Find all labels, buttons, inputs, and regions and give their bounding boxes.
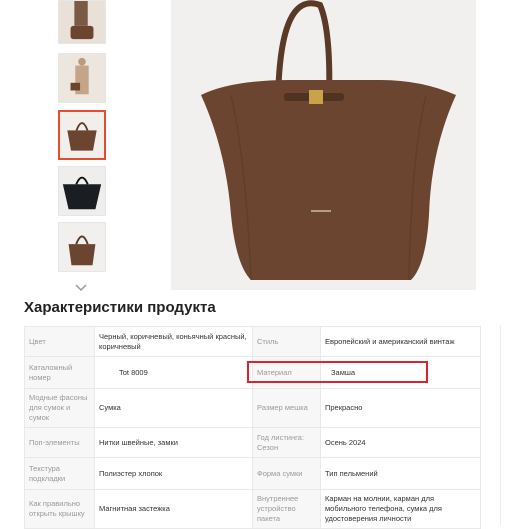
spec-value: Tot 8009: [94, 356, 253, 389]
table-row: Модные фасоны для сумок и сумок Сумка Ра…: [24, 388, 481, 428]
table-row: Текстура подкладки Полиэстер хлопок Форм…: [24, 457, 481, 490]
spec-label: Каталожный номер: [24, 356, 95, 389]
spec-label: Стиль: [252, 326, 321, 357]
spec-value: Полиэстер хлопок: [94, 457, 253, 490]
spec-value: Прекрасно: [320, 388, 481, 428]
spec-value: Сумка: [94, 388, 253, 428]
spec-label: Модные фасоны для сумок и сумок: [24, 388, 95, 428]
spec-label: Как правильно открыть крышку: [24, 489, 95, 529]
thumbnail-black-bag[interactable]: [58, 166, 106, 216]
spec-label: Текстура подкладки: [24, 457, 95, 490]
spec-label: Внутреннее устройство пакета: [252, 489, 321, 529]
thumbnail-brown-bag[interactable]: [58, 110, 106, 160]
spec-value: Черный, коричневый, коньячный красный, к…: [94, 326, 253, 357]
material-highlight-box: [247, 361, 428, 383]
thumbnail-woman-in-coat[interactable]: [58, 53, 106, 103]
spec-label: Поп-элементы: [24, 427, 95, 458]
thumbnail-brown-bag-2[interactable]: [58, 222, 106, 272]
spec-value: Осень 2024: [320, 427, 481, 458]
spec-value: Нитки швейные, замки: [94, 427, 253, 458]
table-row: Поп-элементы Нитки швейные, замки Год ли…: [24, 427, 481, 458]
spec-label: Год листинга: Сезон: [252, 427, 321, 458]
spec-label: Цвет: [24, 326, 95, 357]
page-divider: [500, 325, 512, 525]
section-title: Характеристики продукта: [24, 299, 216, 316]
spec-value: Тип пельмений: [320, 457, 481, 490]
main-product-image: [171, 0, 476, 290]
table-row: Как правильно открыть крышку Магнитная з…: [24, 489, 481, 529]
thumbnail-woman-with-bag[interactable]: [58, 0, 106, 44]
spec-label: Форма сумки: [252, 457, 321, 490]
table-row: Цвет Черный, коричневый, коньячный красн…: [24, 326, 481, 357]
chevron-down-icon[interactable]: [75, 284, 87, 292]
spec-value: Европейский и американский винтаж: [320, 326, 481, 357]
spec-value: Магнитная застежка: [94, 489, 253, 529]
spec-label: Размер мешка: [252, 388, 321, 428]
spec-value: Карман на молнии, карман для мобильного …: [320, 489, 481, 529]
product-specs-table: Цвет Черный, коричневый, коньячный красн…: [24, 326, 481, 529]
